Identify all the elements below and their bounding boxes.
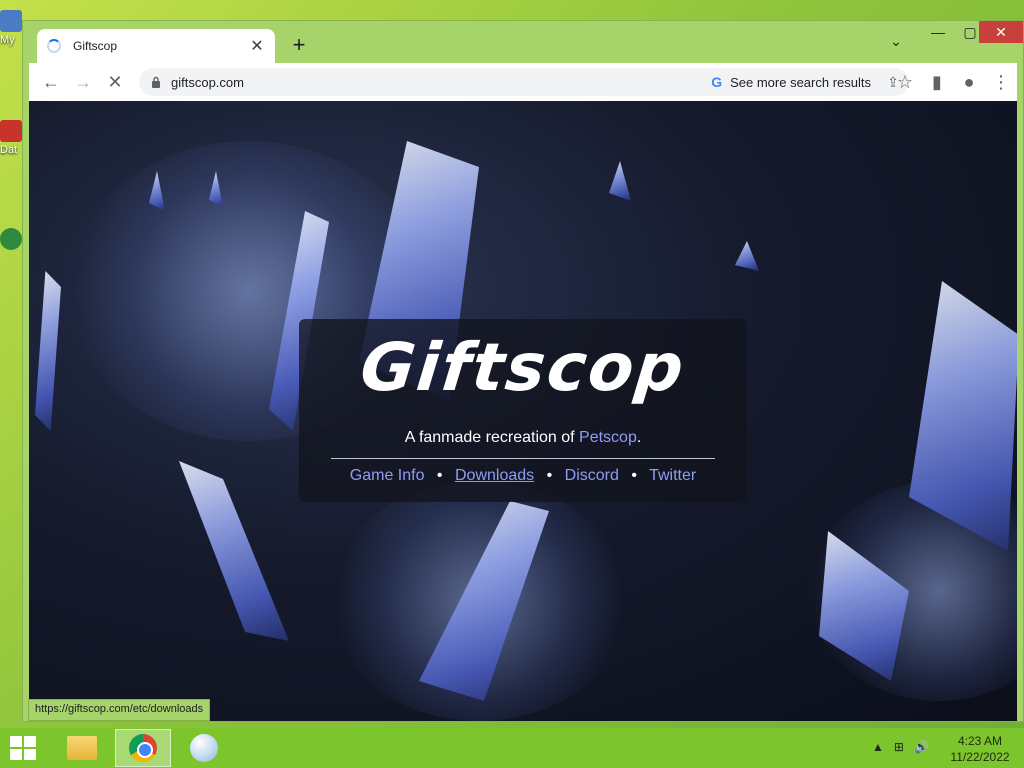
windows-logo-icon xyxy=(10,736,22,747)
url-text: giftscop.com xyxy=(171,74,244,90)
clock-time: 4:23 AM xyxy=(957,734,1003,748)
chrome-icon xyxy=(129,734,157,762)
nav-separator: • xyxy=(546,467,553,484)
google-icon: G xyxy=(711,74,723,90)
browser-window: Giftscop ✕ + ⌄ — ▢ ✕ ← → ✕ giftscop.com … xyxy=(22,20,1024,722)
app-orb-icon xyxy=(190,734,218,762)
loading-spinner-icon xyxy=(47,39,61,53)
status-bar-url: https://giftscop.com/etc/downloads xyxy=(28,699,211,721)
show-hidden-icons-icon[interactable]: ▲ xyxy=(872,740,884,754)
side-panel-icon[interactable]: ▮ xyxy=(921,66,953,98)
computer-icon xyxy=(0,10,22,32)
clock[interactable]: 4:23 AM 11/22/2022 xyxy=(944,733,1016,765)
site-logo-title: Giftscop xyxy=(356,329,690,406)
hero-card: Giftscop A fanmade recreation of Petscop… xyxy=(299,319,747,502)
volume-icon[interactable]: 🔊 xyxy=(914,740,929,754)
nav-separator: • xyxy=(631,467,637,484)
site-nav: Game Info • Downloads • Discord • Twitte… xyxy=(299,467,747,485)
see-more-search-results-chip[interactable]: G See more search results xyxy=(711,68,871,96)
start-button[interactable] xyxy=(10,736,36,760)
forward-button[interactable]: → xyxy=(67,66,99,98)
subtitle-suffix: . xyxy=(636,429,642,446)
address-bar[interactable]: giftscop.com G See more search results ⇪ xyxy=(139,68,909,96)
minimize-button[interactable]: — xyxy=(922,21,954,43)
search-chip-label: See more search results xyxy=(730,74,871,90)
tab-search-icon[interactable]: ⌄ xyxy=(885,33,907,55)
close-tab-icon[interactable]: ✕ xyxy=(249,36,265,56)
bookmark-star-icon[interactable]: ☆ xyxy=(889,66,921,98)
taskbar-file-explorer[interactable] xyxy=(54,729,110,767)
profile-icon[interactable]: ● xyxy=(953,66,985,98)
desktop-icon-my-computer[interactable]: My xyxy=(0,10,24,46)
taskbar: ▲ ⊞ 🔊 4:23 AM 11/22/2022 xyxy=(0,728,1024,768)
taskbar-app[interactable] xyxy=(176,729,232,767)
taskbar-chrome[interactable] xyxy=(115,729,171,767)
title-bar: Giftscop ✕ + ⌄ — ▢ ✕ xyxy=(23,21,1023,63)
folder-icon xyxy=(0,120,22,142)
clock-date: 11/22/2022 xyxy=(950,750,1010,764)
nav-link-twitter[interactable]: Twitter xyxy=(649,467,696,484)
subtitle-text: A fanmade recreation of xyxy=(404,429,580,446)
folder-icon xyxy=(67,736,97,760)
desktop-icon-label: Dat xyxy=(0,144,18,156)
tab-giftscop[interactable]: Giftscop ✕ xyxy=(37,29,275,63)
nav-separator: • xyxy=(436,467,443,484)
petscop-link[interactable]: Petscop xyxy=(579,429,637,446)
lock-icon xyxy=(152,76,160,88)
menu-icon[interactable]: ⋮ xyxy=(985,66,1017,98)
nav-link-downloads[interactable]: Downloads xyxy=(455,467,534,484)
divider xyxy=(331,458,715,459)
close-window-button[interactable]: ✕ xyxy=(979,21,1023,43)
nav-link-game-info[interactable]: Game Info xyxy=(350,467,425,484)
network-icon[interactable]: ⊞ xyxy=(894,740,904,754)
desktop-icon-label: My xyxy=(0,34,15,46)
browser-toolbar: ← → ✕ giftscop.com G See more search res… xyxy=(29,63,1017,101)
hero-subtitle: A fanmade recreation of Petscop. xyxy=(299,429,747,447)
app-icon xyxy=(0,228,22,250)
web-page: Giftscop A fanmade recreation of Petscop… xyxy=(29,101,1017,721)
tab-title: Giftscop xyxy=(73,39,118,53)
new-tab-button[interactable]: + xyxy=(287,34,311,58)
nav-link-discord[interactable]: Discord xyxy=(565,467,619,484)
system-tray: ▲ ⊞ 🔊 xyxy=(872,740,929,754)
desktop-icon-data[interactable]: Dat xyxy=(0,120,24,156)
desktop-icon-app[interactable] xyxy=(0,228,24,252)
back-button[interactable]: ← xyxy=(35,66,67,98)
stop-loading-button[interactable]: ✕ xyxy=(99,66,131,98)
